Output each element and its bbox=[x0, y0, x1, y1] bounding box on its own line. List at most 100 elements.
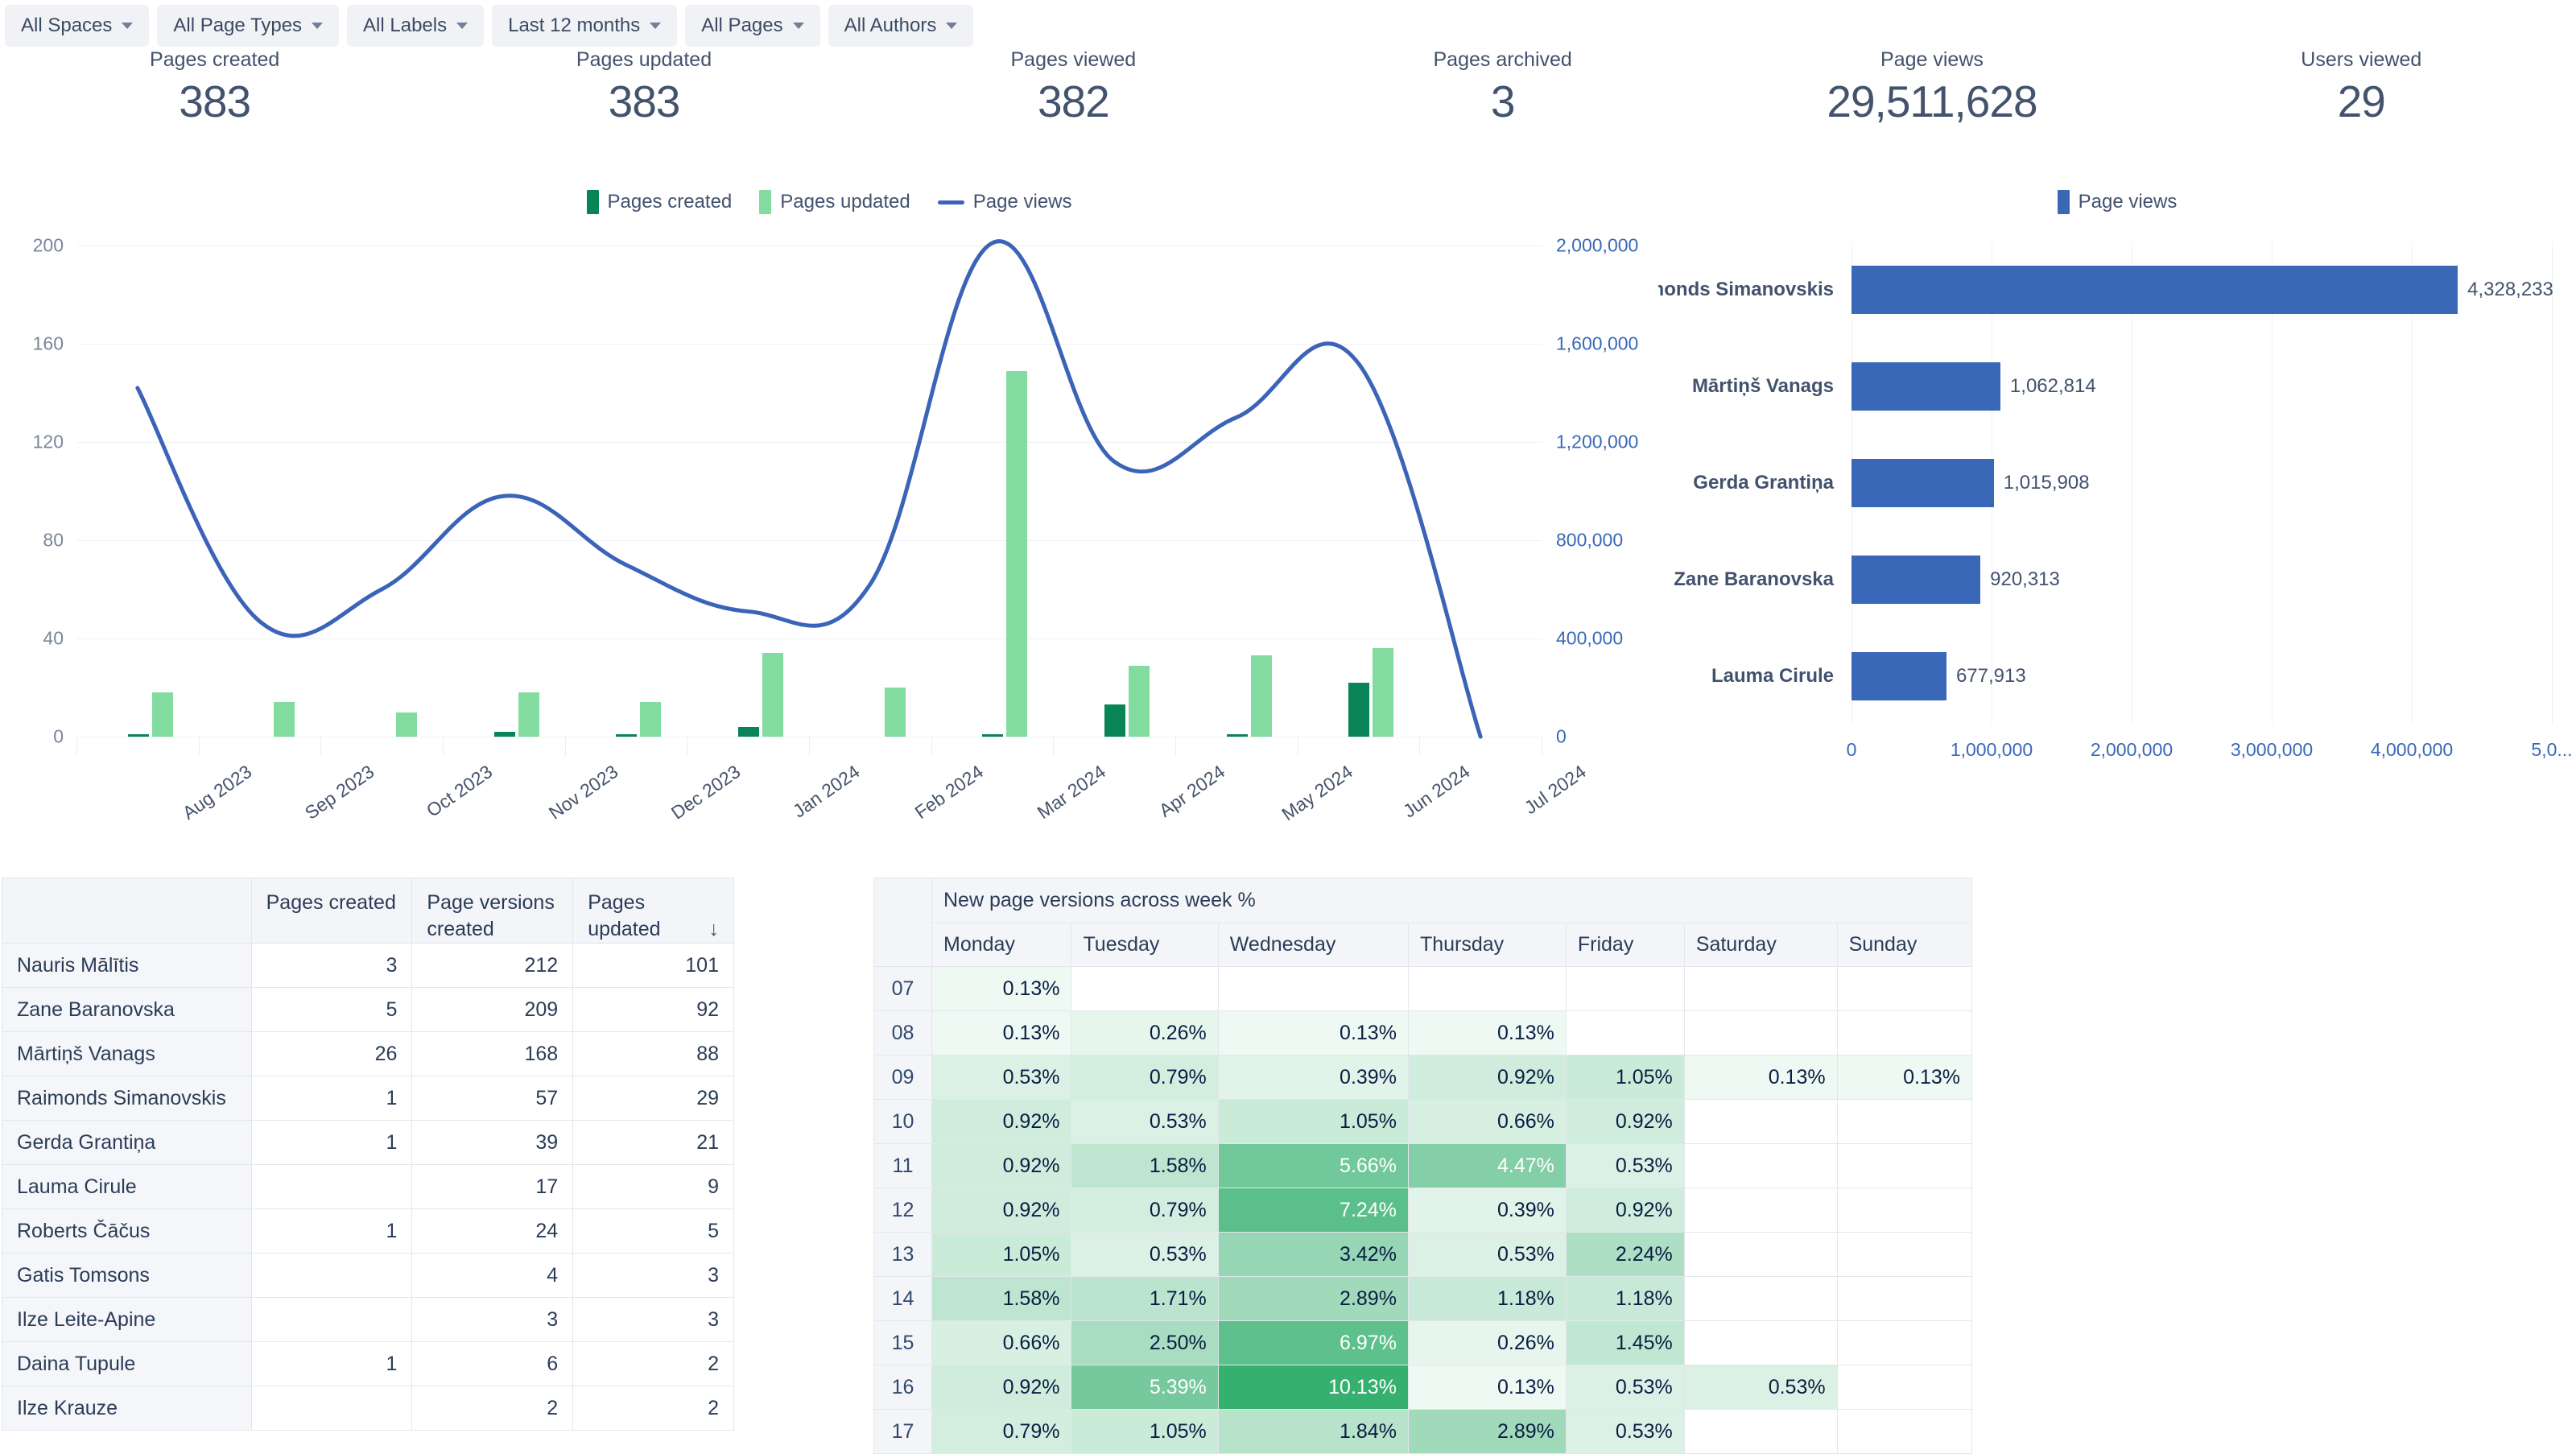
heatmap-cell[interactable]: 0.92% bbox=[1565, 1188, 1685, 1233]
heatmap-cell[interactable] bbox=[1683, 1276, 1838, 1321]
heatmap-cell[interactable] bbox=[1565, 966, 1685, 1011]
heatmap-cell[interactable]: 7.24% bbox=[1217, 1188, 1409, 1233]
hbar-bar[interactable] bbox=[1852, 556, 1981, 604]
heatmap-cell[interactable] bbox=[1683, 1099, 1838, 1144]
heatmap-cell[interactable]: 0.13% bbox=[931, 966, 1072, 1011]
heatmap-cell[interactable]: 1.18% bbox=[1407, 1276, 1567, 1321]
heatmap-cell[interactable] bbox=[1836, 1365, 1973, 1410]
hbar-bar[interactable] bbox=[1852, 266, 2458, 314]
heatmap-cell[interactable]: 2.89% bbox=[1407, 1409, 1567, 1454]
heatmap-cell[interactable] bbox=[1683, 1143, 1838, 1188]
heatmap-cell[interactable]: 6.97% bbox=[1217, 1320, 1409, 1365]
legend-item-pages-created[interactable]: Pages created bbox=[586, 190, 732, 214]
heatmap-cell[interactable] bbox=[1683, 1232, 1838, 1277]
table-row[interactable]: Daina Tupule 1 6 2 bbox=[2, 1341, 734, 1386]
table-row[interactable]: Mārtiņš Vanags 26 168 88 bbox=[2, 1031, 734, 1076]
legend-item-page-views[interactable]: Page views bbox=[2057, 190, 2177, 214]
heatmap-cell[interactable]: 0.13% bbox=[1683, 1055, 1838, 1100]
heatmap-cell[interactable] bbox=[1071, 966, 1219, 1011]
filter-last-12-months[interactable]: Last 12 months bbox=[492, 5, 678, 47]
table-row[interactable]: Nauris Mālītis 3 212 101 bbox=[2, 943, 734, 988]
heatmap-cell[interactable] bbox=[1836, 1188, 1973, 1233]
heatmap-cell[interactable] bbox=[1217, 966, 1409, 1011]
heatmap-cell[interactable]: 1.58% bbox=[1071, 1143, 1219, 1188]
hbar-bar[interactable] bbox=[1852, 652, 1946, 700]
heatmap-cell[interactable]: 1.05% bbox=[1217, 1099, 1409, 1144]
heatmap-cell[interactable]: 0.92% bbox=[1565, 1099, 1685, 1144]
heatmap-cell[interactable] bbox=[1836, 1010, 1973, 1055]
heatmap-cell[interactable]: 0.92% bbox=[931, 1188, 1072, 1233]
table-row[interactable]: Zane Baranovska 5 209 92 bbox=[2, 987, 734, 1032]
sort-descending-icon[interactable]: ↓ bbox=[709, 916, 720, 943]
legend-item-pages-updated[interactable]: Pages updated bbox=[759, 190, 910, 214]
heatmap-cell[interactable]: 0.53% bbox=[1565, 1409, 1685, 1454]
heatmap-cell[interactable] bbox=[1836, 966, 1973, 1011]
heatmap-cell[interactable]: 0.53% bbox=[931, 1055, 1072, 1100]
heatmap-cell[interactable]: 1.18% bbox=[1565, 1276, 1685, 1321]
heatmap-cell[interactable] bbox=[1407, 966, 1567, 1011]
heatmap-cell[interactable]: 0.53% bbox=[1071, 1232, 1219, 1277]
heatmap-cell[interactable] bbox=[1836, 1320, 1973, 1365]
heatmap-cell[interactable]: 0.53% bbox=[1565, 1365, 1685, 1410]
heatmap-cell[interactable] bbox=[1836, 1099, 1973, 1144]
hbar-bar[interactable] bbox=[1852, 362, 2000, 411]
heatmap-cell[interactable]: 0.79% bbox=[1071, 1055, 1219, 1100]
heatmap-day-header-tuesday[interactable]: Tuesday bbox=[1071, 923, 1219, 967]
heatmap-cell[interactable] bbox=[1683, 1010, 1838, 1055]
heatmap-cell[interactable] bbox=[1836, 1276, 1973, 1321]
heatmap-cell[interactable] bbox=[1836, 1409, 1973, 1454]
heatmap-cell[interactable]: 0.79% bbox=[1071, 1188, 1219, 1233]
heatmap-day-header-wednesday[interactable]: Wednesday bbox=[1217, 923, 1409, 967]
authors-table-col-pages-created[interactable]: Pages created bbox=[250, 878, 413, 944]
heatmap-cell[interactable]: 0.26% bbox=[1071, 1010, 1219, 1055]
heatmap-cell[interactable] bbox=[1683, 1188, 1838, 1233]
heatmap-cell[interactable]: 0.79% bbox=[931, 1409, 1072, 1454]
heatmap-cell[interactable]: 0.13% bbox=[1217, 1010, 1409, 1055]
table-row[interactable]: Gerda Grantiņa 1 39 21 bbox=[2, 1120, 734, 1165]
heatmap-cell[interactable]: 0.53% bbox=[1407, 1232, 1567, 1277]
heatmap-cell[interactable]: 0.13% bbox=[1407, 1010, 1567, 1055]
filter-all-spaces[interactable]: All Spaces bbox=[5, 5, 150, 47]
heatmap-cell[interactable]: 0.39% bbox=[1407, 1188, 1567, 1233]
heatmap-day-header-thursday[interactable]: Thursday bbox=[1407, 923, 1567, 967]
table-row[interactable]: Lauma Cirule 17 9 bbox=[2, 1164, 734, 1209]
heatmap-cell[interactable]: 0.66% bbox=[931, 1320, 1072, 1365]
heatmap-cell[interactable]: 0.39% bbox=[1217, 1055, 1409, 1100]
table-row[interactable]: Ilze Krauze 2 2 bbox=[2, 1386, 734, 1431]
heatmap-cell[interactable]: 0.92% bbox=[931, 1143, 1072, 1188]
heatmap-cell[interactable]: 1.05% bbox=[1565, 1055, 1685, 1100]
heatmap-cell[interactable] bbox=[1836, 1232, 1973, 1277]
hbar-bar[interactable] bbox=[1852, 459, 1994, 507]
table-row[interactable]: Ilze Leite-Apine 3 3 bbox=[2, 1297, 734, 1342]
heatmap-cell[interactable]: 10.13% bbox=[1217, 1365, 1409, 1410]
heatmap-cell[interactable]: 0.26% bbox=[1407, 1320, 1567, 1365]
heatmap-cell[interactable]: 0.53% bbox=[1071, 1099, 1219, 1144]
heatmap-cell[interactable]: 1.05% bbox=[1071, 1409, 1219, 1454]
legend-item-page-views[interactable]: Page views bbox=[937, 191, 1072, 213]
heatmap-cell[interactable]: 0.53% bbox=[1683, 1365, 1838, 1410]
authors-table-col-pages-updated[interactable]: Pages updated ↓ bbox=[572, 878, 734, 944]
heatmap-cell[interactable]: 1.45% bbox=[1565, 1320, 1685, 1365]
filter-all-pages[interactable]: All Pages bbox=[685, 5, 820, 47]
heatmap-day-header-sunday[interactable]: Sunday bbox=[1836, 923, 1973, 967]
heatmap-cell[interactable]: 1.05% bbox=[931, 1232, 1072, 1277]
heatmap-cell[interactable] bbox=[1836, 1143, 1973, 1188]
heatmap-cell[interactable]: 5.66% bbox=[1217, 1143, 1409, 1188]
table-row[interactable]: Gatis Tomsons 4 3 bbox=[2, 1253, 734, 1298]
heatmap-cell[interactable]: 0.92% bbox=[1407, 1055, 1567, 1100]
filter-all-labels[interactable]: All Labels bbox=[347, 5, 485, 47]
heatmap-cell[interactable]: 2.50% bbox=[1071, 1320, 1219, 1365]
table-row[interactable]: Raimonds Simanovskis 1 57 29 bbox=[2, 1076, 734, 1121]
heatmap-cell[interactable]: 0.13% bbox=[1836, 1055, 1973, 1100]
heatmap-cell[interactable] bbox=[1683, 966, 1838, 1011]
heatmap-cell[interactable]: 0.66% bbox=[1407, 1099, 1567, 1144]
heatmap-cell[interactable]: 1.71% bbox=[1071, 1276, 1219, 1321]
heatmap-cell[interactable]: 0.53% bbox=[1565, 1143, 1685, 1188]
heatmap-cell[interactable]: 2.24% bbox=[1565, 1232, 1685, 1277]
filter-all-authors[interactable]: All Authors bbox=[828, 5, 974, 47]
authors-table-col-name[interactable] bbox=[2, 878, 252, 944]
heatmap-cell[interactable]: 0.13% bbox=[931, 1010, 1072, 1055]
heatmap-cell[interactable] bbox=[1683, 1320, 1838, 1365]
heatmap-cell[interactable]: 0.92% bbox=[931, 1365, 1072, 1410]
heatmap-cell[interactable] bbox=[1565, 1010, 1685, 1055]
